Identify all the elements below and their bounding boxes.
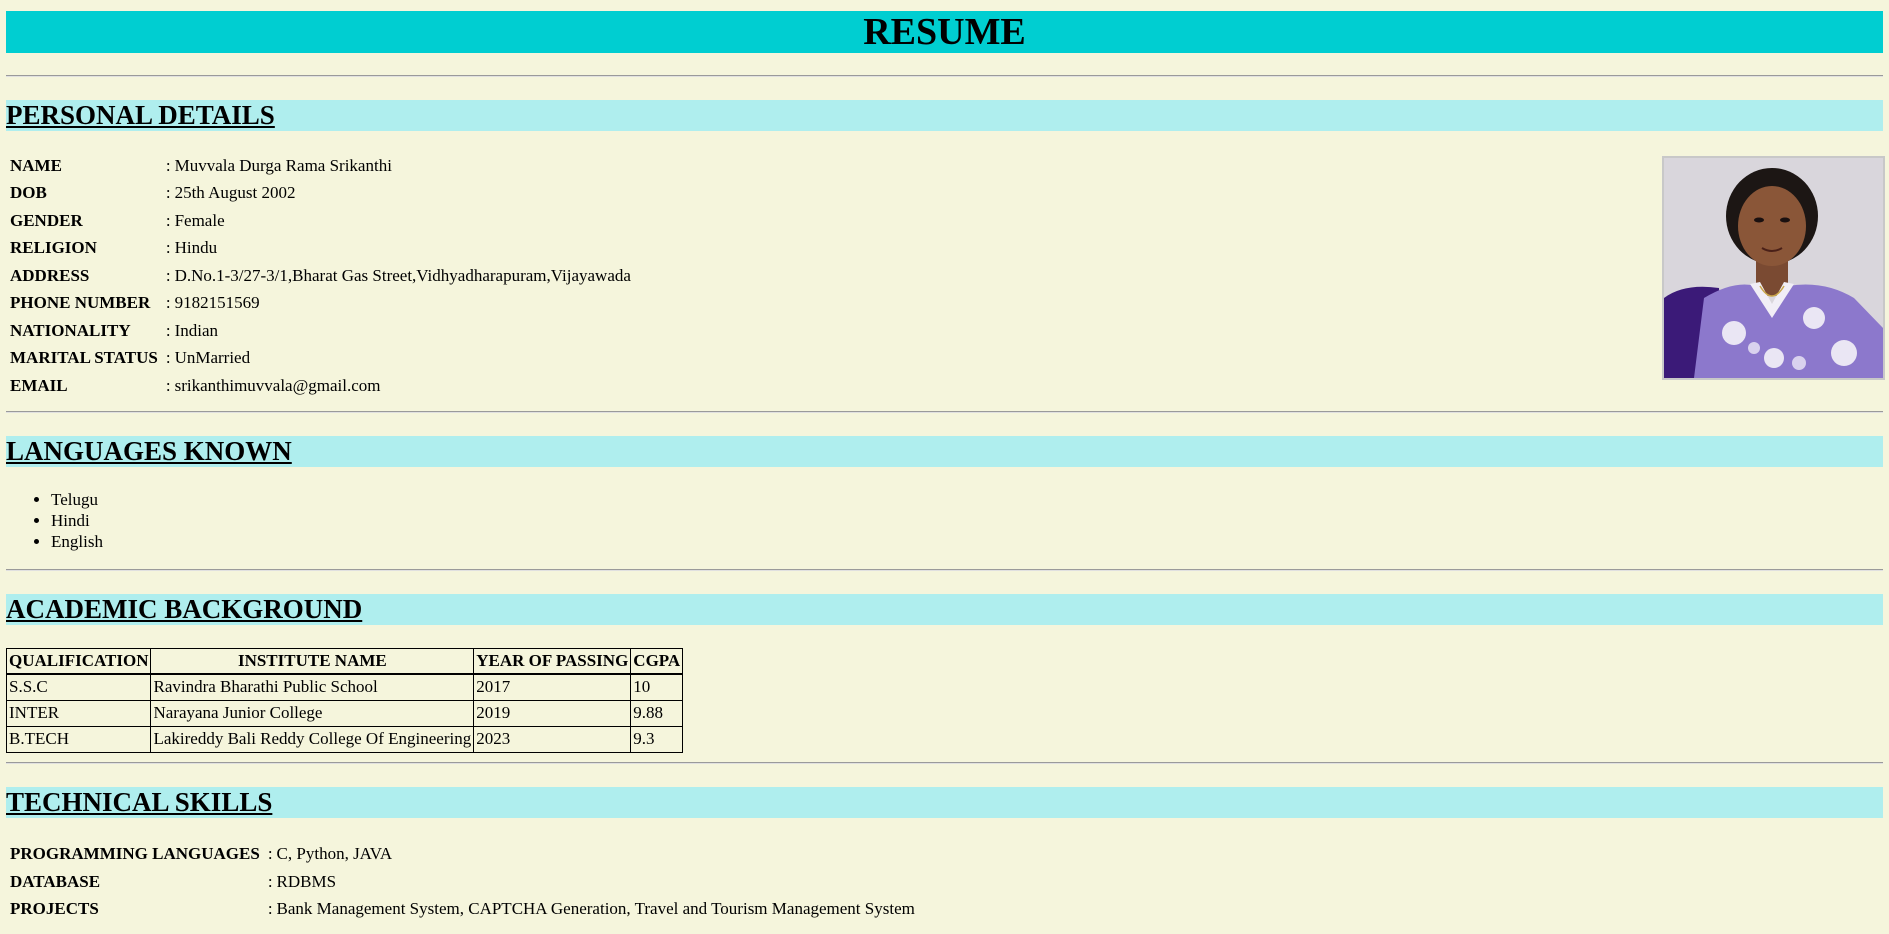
table-cell: 9.3 (630, 725, 684, 753)
detail-separator: : (165, 238, 171, 258)
detail-separator: : (165, 265, 171, 285)
detail-separator: : (267, 871, 273, 891)
detail-label: PROJECTS (10, 899, 99, 919)
detail-label: RELIGION (10, 238, 97, 258)
detail-label: NAME (10, 155, 62, 175)
detail-value: Hindu (174, 238, 218, 258)
table-cell: Lakireddy Bali Reddy College Of Engineer… (150, 725, 475, 753)
resume-title: RESUME (6, 11, 1883, 53)
detail-label: PHONE NUMBER (10, 293, 151, 313)
table-cell: Narayana Junior College (150, 699, 475, 727)
detail-value: Female (174, 210, 225, 230)
resume-page: RESUME PERSONAL DETAILS NAME: Muvvala Dur… (0, 0, 1889, 934)
personal-details-heading: PERSONAL DETAILS (6, 100, 1883, 131)
detail-separator: : (165, 155, 171, 175)
detail-label: ADDRESS (10, 265, 90, 285)
table-cell: 10 (630, 673, 684, 701)
detail-separator: : (165, 348, 171, 368)
academic-table: QUALIFICATION INSTITUTE NAME YEAR OF PAS… (5, 647, 684, 753)
detail-row: MARITAL STATUS: UnMarried (6, 345, 635, 373)
column-header: YEAR OF PASSING (473, 647, 632, 674)
column-header: INSTITUTE NAME (150, 647, 475, 674)
detail-value: Bank Management System, CAPTCHA Generati… (276, 899, 915, 919)
detail-row: PROJECTS: Bank Management System, CAPTCHA… (6, 896, 919, 924)
detail-value: 9182151569 (174, 293, 260, 313)
detail-label: PROGRAMMING LANGUAGES (10, 844, 260, 864)
table-row: B.TECH Lakireddy Bali Reddy College Of E… (5, 725, 684, 753)
detail-value: UnMarried (174, 348, 251, 368)
table-cell: 2019 (473, 699, 632, 727)
languages-list: Telugu Hindi English (6, 489, 1883, 552)
detail-label: EMAIL (10, 375, 68, 395)
detail-row: DATABASE: RDBMS (6, 868, 919, 896)
personal-details-table: NAME: Muvvala Durga Rama Srikanthi DOB:25t… (6, 152, 635, 400)
table-cell: 2017 (473, 673, 632, 701)
detail-row: PROGRAMMING LANGUAGES: C, Python, JAVA (6, 841, 919, 869)
table-cell: Ravindra Bharathi Public School (150, 673, 475, 701)
detail-row: EMAIL: srikanthimuvvala@gmail.com (6, 372, 635, 400)
table-row: INTER Narayana Junior College 2019 9.88 (5, 699, 684, 727)
table-cell: S.S.C (5, 673, 152, 701)
technical-skills-table: PROGRAMMING LANGUAGES: C, Python, JAVA DAT… (6, 841, 919, 924)
list-item: Hindi (51, 510, 1883, 531)
detail-row: RELIGION: Hindu (6, 235, 635, 263)
table-cell: B.TECH (5, 725, 152, 753)
detail-value: Indian (174, 320, 219, 340)
detail-value: RDBMS (276, 871, 337, 891)
detail-row: ADDRESS: D.No.1-3/27-3/1,Bharat Gas Stree… (6, 262, 635, 290)
column-header: QUALIFICATION (5, 647, 152, 674)
detail-row: NAME: Muvvala Durga Rama Srikanthi (6, 152, 635, 180)
table-row: S.S.C Ravindra Bharathi Public School 20… (5, 673, 684, 701)
detail-separator: : (165, 375, 171, 395)
technical-skills-heading: TECHNICAL SKILLS (6, 786, 1883, 818)
detail-value: 25th August 2002 (174, 183, 296, 203)
detail-separator: : (165, 210, 171, 230)
detail-separator: : (165, 183, 171, 203)
detail-separator: : (267, 844, 273, 864)
column-header: CGPA (630, 647, 684, 674)
detail-row: NATIONALITY: Indian (6, 317, 635, 345)
academic-heading: ACADEMIC BACKGROUND (6, 593, 1883, 625)
detail-value: C, Python, JAVA (276, 844, 393, 864)
profile-photo-image (1664, 158, 1883, 378)
languages-heading: LANGUAGES KNOWN (6, 435, 1883, 467)
detail-separator: : (165, 320, 171, 340)
table-cell: INTER (5, 699, 152, 727)
list-item: English (51, 531, 1883, 552)
detail-row: PHONE NUMBER:9182151569 (6, 290, 635, 318)
detail-label: DATABASE (10, 871, 101, 891)
detail-label: NATIONALITY (10, 320, 131, 340)
detail-value: srikanthimuvvala@gmail.com (174, 375, 381, 395)
detail-row: GENDER: Female (6, 207, 635, 235)
detail-value: D.No.1-3/27-3/1,Bharat Gas Street,Vidhya… (174, 265, 631, 285)
profile-photo (1662, 156, 1885, 380)
table-cell: 2023 (473, 725, 632, 753)
detail-value: Muvvala Durga Rama Srikanthi (174, 155, 392, 175)
table-header-row: QUALIFICATION INSTITUTE NAME YEAR OF PAS… (5, 647, 684, 674)
detail-row: DOB:25th August 2002 (6, 180, 635, 208)
detail-separator: : (165, 293, 171, 313)
detail-label: MARITAL STATUS (10, 348, 158, 368)
detail-label: DOB (10, 183, 47, 203)
detail-label: GENDER (10, 210, 83, 230)
detail-separator: : (267, 899, 273, 919)
list-item: Telugu (51, 489, 1883, 510)
table-cell: 9.88 (630, 699, 684, 727)
